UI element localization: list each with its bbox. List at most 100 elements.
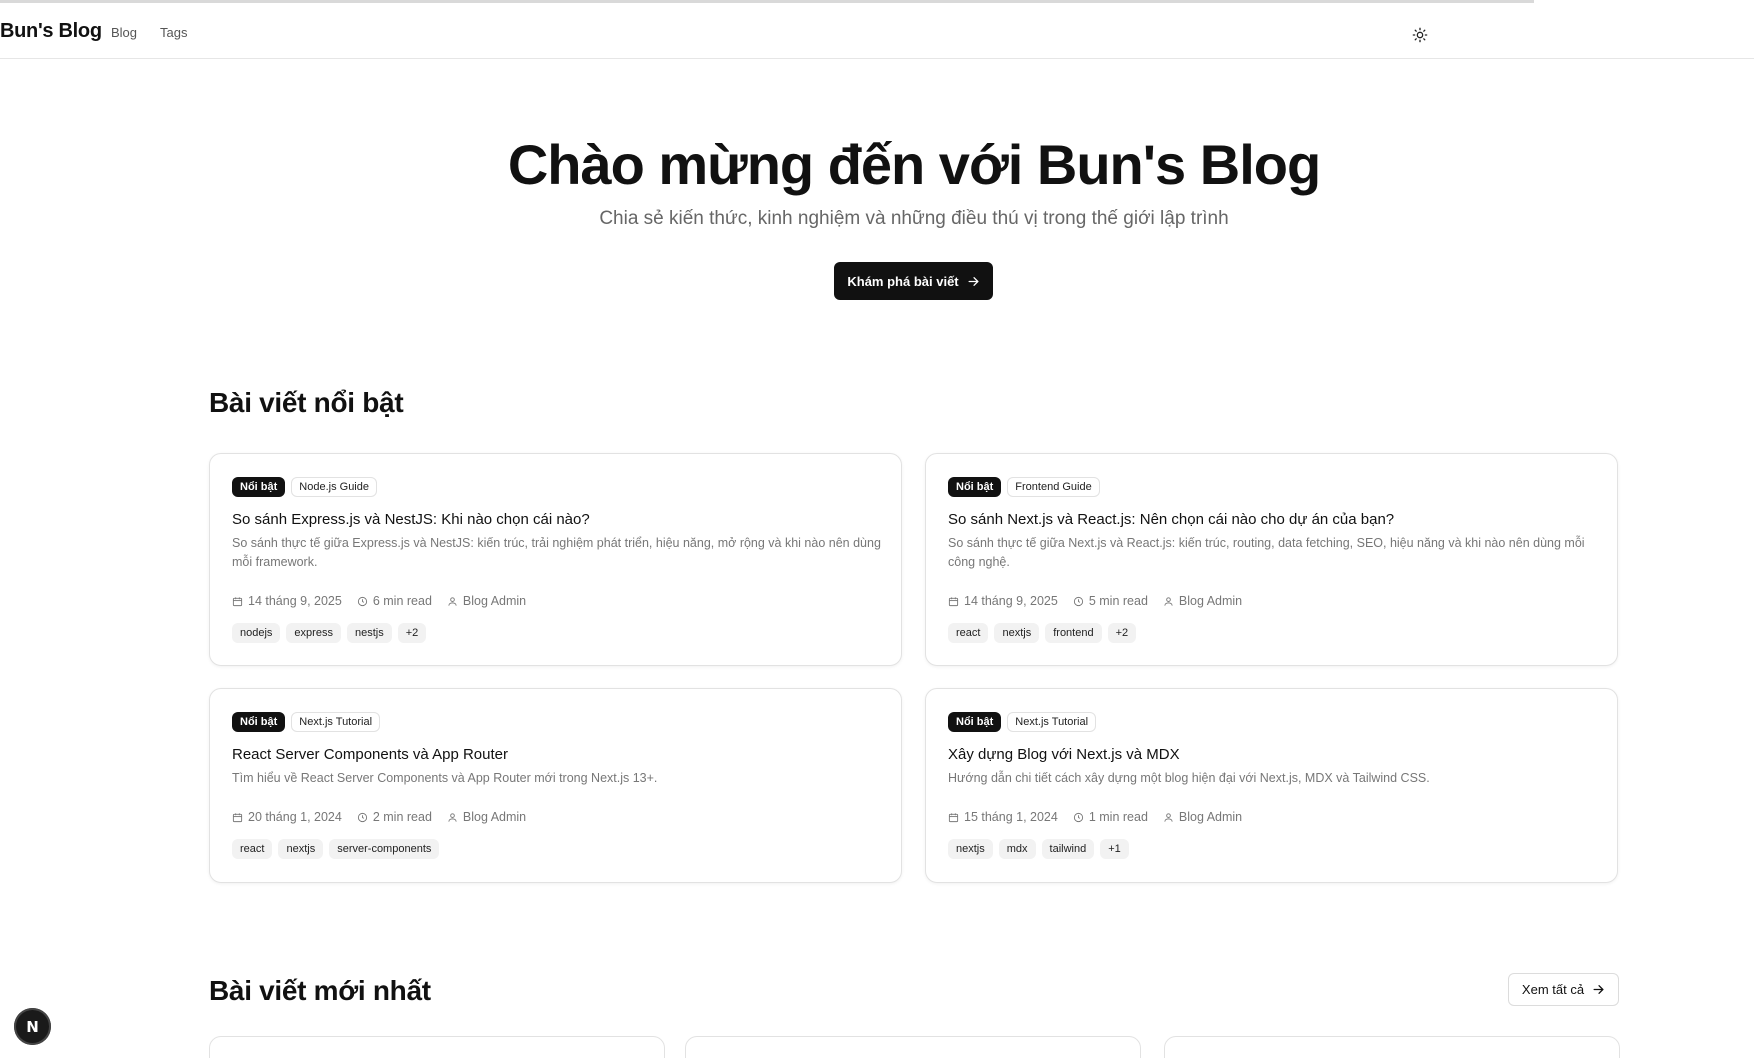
- post-read-time-text: 5 min read: [1088, 594, 1148, 608]
- tag-chip[interactable]: server-components: [329, 839, 440, 859]
- post-read-time-text: 6 min read: [372, 594, 432, 608]
- post-date-text: 14 tháng 9, 2025: [248, 594, 342, 608]
- post-read-time: 6 min read: [357, 594, 432, 608]
- sun-icon: [1412, 27, 1428, 43]
- clock-icon: [1073, 596, 1083, 606]
- user-icon: [448, 812, 457, 822]
- hero-subtitle: Chia sẻ kiến thức, kinh nghiệm và những …: [599, 208, 1229, 229]
- nav-link-tags[interactable]: Tags: [160, 25, 187, 40]
- post-author-text: Blog Admin: [1178, 594, 1243, 608]
- post-read-time: 5 min read: [1073, 594, 1148, 608]
- post-description: So sánh thực tế giữa Express.js và NestJ…: [232, 536, 881, 569]
- post-description: So sánh thực tế giữa Next.js và React.js…: [948, 536, 1585, 569]
- category-badge: Frontend Guide: [1007, 477, 1100, 497]
- tag-chip[interactable]: express: [286, 623, 341, 643]
- post-date-text: 15 tháng 1, 2024: [964, 810, 1058, 824]
- calendar-icon: [232, 812, 243, 822]
- tag-more-chip[interactable]: +1: [1100, 839, 1129, 859]
- post-meta: 20 tháng 1, 2024 2 min read Blog Admin: [232, 810, 526, 824]
- tag-more-chip[interactable]: +2: [397, 623, 427, 643]
- tag-chip[interactable]: react: [948, 623, 989, 643]
- explore-posts-label: Khám phá bài viết: [847, 273, 959, 289]
- explore-posts-button[interactable]: Khám phá bài viết: [834, 262, 993, 300]
- featured-badge: Nổi bật: [232, 712, 286, 732]
- tag-chip[interactable]: nodejs: [232, 623, 281, 643]
- browser-progress-line: [0, 0, 1534, 3]
- tag-chip[interactable]: react: [232, 839, 273, 859]
- category-badge: Next.js Tutorial: [291, 712, 381, 732]
- calendar-icon: [232, 596, 243, 606]
- view-all-button[interactable]: Xem tất cả: [1508, 973, 1619, 1006]
- featured-post-card[interactable]: Nổi bật Next.js Tutorial Xây dựng Blog v…: [925, 688, 1618, 883]
- post-author: Blog Admin: [1163, 594, 1242, 608]
- featured-badge: Nổi bật: [232, 477, 286, 497]
- post-read-time: 1 min read: [1073, 810, 1148, 824]
- calendar-icon: [948, 812, 959, 822]
- post-tags: react nextjs server-components: [232, 839, 440, 859]
- tag-chip[interactable]: nextjs: [278, 839, 324, 859]
- post-read-time: 2 min read: [357, 810, 432, 824]
- tag-chip[interactable]: mdx: [998, 839, 1036, 859]
- latest-post-card[interactable]: [1164, 1036, 1620, 1058]
- user-icon: [1164, 596, 1173, 606]
- latest-post-card[interactable]: [685, 1036, 1141, 1058]
- post-tags: nextjs mdx tailwind +1: [948, 839, 1129, 859]
- theme-toggle-button[interactable]: [1408, 23, 1432, 47]
- featured-badge: Nổi bật: [948, 712, 1002, 732]
- tag-chip[interactable]: frontend: [1045, 623, 1102, 643]
- post-title-link[interactable]: So sánh Next.js và React.js: Nên chọn cá…: [948, 511, 1394, 528]
- nextjs-logo-icon: N: [26, 1017, 39, 1036]
- arrow-right-icon: [1593, 985, 1604, 994]
- post-author-text: Blog Admin: [1178, 810, 1243, 824]
- hero-title: Chào mừng đến với Bun's Blog: [507, 133, 1321, 196]
- post-read-time-text: 1 min read: [1088, 810, 1148, 824]
- featured-badge: Nổi bật: [948, 477, 1002, 497]
- post-author-text: Blog Admin: [462, 810, 527, 824]
- clock-icon: [357, 596, 367, 606]
- post-author: Blog Admin: [1163, 810, 1242, 824]
- post-meta: 14 tháng 9, 2025 6 min read Blog Admin: [232, 594, 526, 608]
- clock-icon: [357, 812, 367, 822]
- arrow-right-icon: [968, 276, 979, 286]
- post-read-time-text: 2 min read: [372, 810, 432, 824]
- tag-chip[interactable]: tailwind: [1041, 839, 1095, 859]
- user-icon: [448, 596, 457, 606]
- featured-post-card[interactable]: Nổi bật Node.js Guide So sánh Express.js…: [209, 453, 902, 666]
- post-date: 14 tháng 9, 2025: [948, 594, 1058, 608]
- post-author: Blog Admin: [447, 810, 526, 824]
- tag-chip[interactable]: nextjs: [948, 839, 993, 859]
- latest-post-card[interactable]: [209, 1036, 665, 1058]
- post-title-link[interactable]: So sánh Express.js và NestJS: Khi nào ch…: [232, 511, 590, 528]
- brand-logo-link[interactable]: Bun's Blog: [0, 20, 102, 43]
- featured-post-card[interactable]: Nổi bật Frontend Guide So sánh Next.js v…: [925, 453, 1618, 666]
- post-description: Tìm hiểu về React Server Components và A…: [232, 771, 658, 785]
- category-badge: Node.js Guide: [291, 477, 377, 497]
- post-tags: nodejs express nestjs +2: [232, 623, 427, 643]
- featured-section-title: Bài viết nổi bật: [209, 387, 404, 418]
- site-header: Bun's Blog Blog Tags: [0, 6, 1754, 59]
- featured-post-card[interactable]: Nổi bật Next.js Tutorial React Server Co…: [209, 688, 902, 883]
- post-title-link[interactable]: React Server Components và App Router: [232, 746, 508, 763]
- category-badge: Next.js Tutorial: [1007, 712, 1097, 732]
- post-author: Blog Admin: [447, 594, 526, 608]
- tag-chip[interactable]: nestjs: [346, 623, 392, 643]
- post-date: 20 tháng 1, 2024: [232, 810, 342, 824]
- calendar-icon: [948, 596, 959, 606]
- post-date: 14 tháng 9, 2025: [232, 594, 342, 608]
- post-date-text: 20 tháng 1, 2024: [248, 810, 342, 824]
- nextjs-devtools-button[interactable]: N: [14, 1008, 51, 1045]
- nav-link-blog[interactable]: Blog: [111, 25, 137, 40]
- clock-icon: [1073, 812, 1083, 822]
- post-meta: 15 tháng 1, 2024 1 min read Blog Admin: [948, 810, 1242, 824]
- tag-more-chip[interactable]: +2: [1107, 623, 1137, 643]
- user-icon: [1164, 812, 1173, 822]
- post-tags: react nextjs frontend +2: [948, 623, 1137, 643]
- post-description: Hướng dẫn chi tiết cách xây dựng một blo…: [948, 771, 1430, 785]
- post-author-text: Blog Admin: [462, 594, 527, 608]
- post-date: 15 tháng 1, 2024: [948, 810, 1058, 824]
- post-meta: 14 tháng 9, 2025 5 min read Blog Admin: [948, 594, 1242, 608]
- latest-section-title: Bài viết mới nhất: [209, 975, 431, 1006]
- tag-chip[interactable]: nextjs: [994, 623, 1040, 643]
- post-title-link[interactable]: Xây dựng Blog với Next.js và MDX: [948, 746, 1180, 763]
- view-all-label: Xem tất cả: [1521, 982, 1585, 997]
